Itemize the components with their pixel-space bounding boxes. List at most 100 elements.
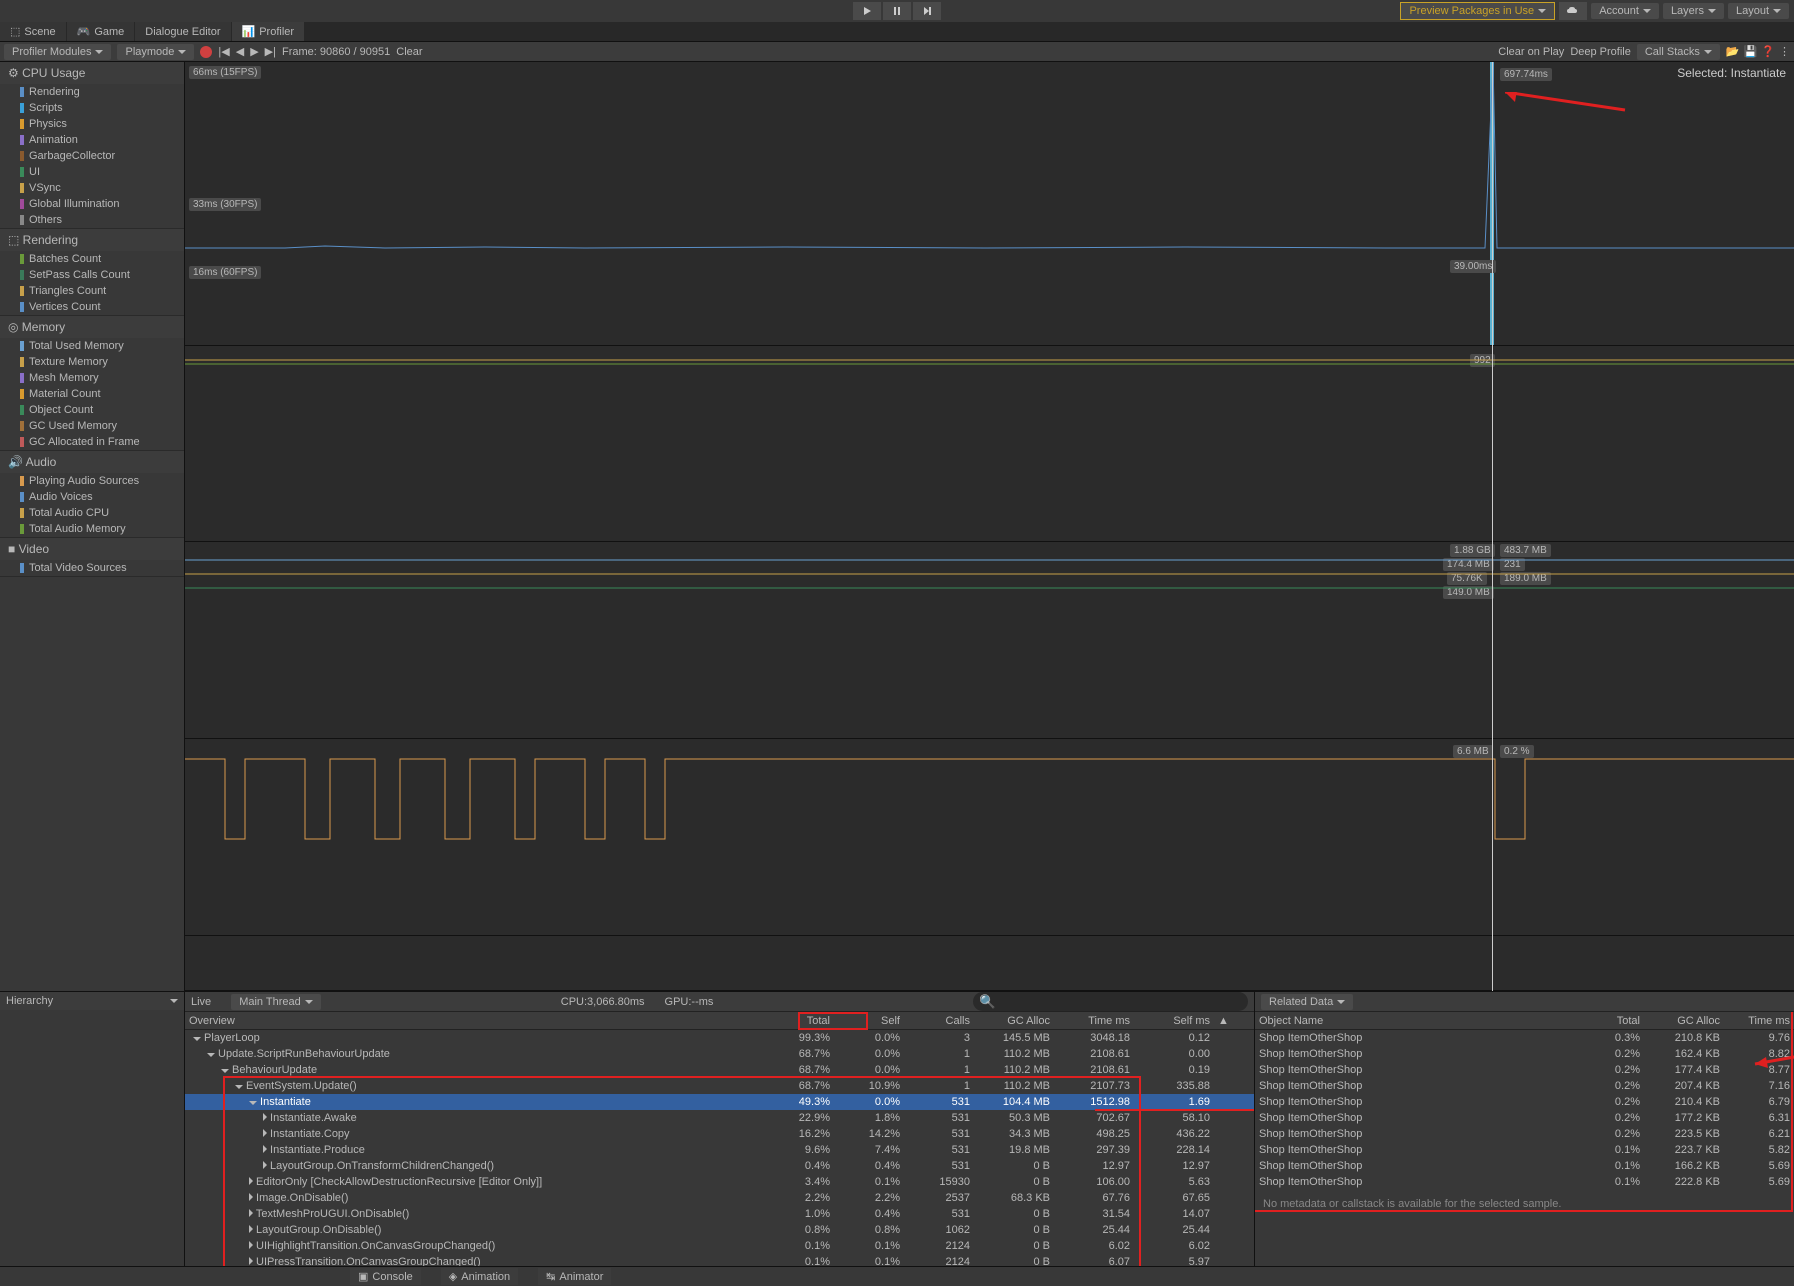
- module-item[interactable]: Texture Memory: [0, 354, 184, 370]
- preview-packages-button[interactable]: Preview Packages in Use: [1400, 2, 1555, 20]
- tab-scene[interactable]: ⬚ Scene: [0, 22, 66, 41]
- module-item[interactable]: Total Audio Memory: [0, 521, 184, 537]
- table-row[interactable]: Instantiate 49.3%0.0%531 104.4 MB1512.98…: [185, 1094, 1254, 1110]
- related-row[interactable]: Shop ItemOtherShop0.2%177.2 KB6.31: [1255, 1110, 1794, 1126]
- module-item[interactable]: Total Used Memory: [0, 338, 184, 354]
- module-item[interactable]: Audio Voices: [0, 489, 184, 505]
- module-item[interactable]: Material Count: [0, 386, 184, 402]
- help-icon[interactable]: ❓: [1761, 45, 1775, 58]
- frame-first-button[interactable]: |◀: [218, 45, 229, 58]
- menu-icon[interactable]: ⋮: [1779, 45, 1790, 58]
- profiler-charts[interactable]: 66ms (15FPS) 33ms (30FPS) 16ms (60FPS) 6…: [185, 62, 1794, 991]
- thread-dropdown[interactable]: Main Thread: [231, 994, 321, 1010]
- module-item[interactable]: Playing Audio Sources: [0, 473, 184, 489]
- col-calls[interactable]: Calls: [904, 1013, 974, 1029]
- tab-console[interactable]: ▣ Console: [350, 1268, 421, 1285]
- module-item[interactable]: UI: [0, 164, 184, 180]
- rel-col-total[interactable]: Total: [1574, 1013, 1644, 1029]
- col-selfms[interactable]: Self ms: [1134, 1013, 1214, 1029]
- table-row[interactable]: LayoutGroup.OnDisable() 0.8%0.8%1062 0 B…: [185, 1222, 1254, 1238]
- related-row[interactable]: Shop ItemOtherShop0.1%223.7 KB5.82: [1255, 1142, 1794, 1158]
- table-row[interactable]: EditorOnly [CheckAllowDestructionRecursi…: [185, 1174, 1254, 1190]
- cpu-chart[interactable]: 66ms (15FPS) 33ms (30FPS) 16ms (60FPS) 6…: [185, 62, 1794, 346]
- table-row[interactable]: BehaviourUpdate 68.7%0.0%1 110.2 MB2108.…: [185, 1062, 1254, 1078]
- table-row[interactable]: Update.ScriptRunBehaviourUpdate 68.7%0.0…: [185, 1046, 1254, 1062]
- table-row[interactable]: PlayerLoop 99.3%0.0%3 145.5 MB3048.180.1…: [185, 1030, 1254, 1046]
- table-row[interactable]: Instantiate.Awake 22.9%1.8%531 50.3 MB70…: [185, 1110, 1254, 1126]
- col-total[interactable]: Total: [764, 1013, 834, 1029]
- frame-next-button[interactable]: ▶: [250, 45, 258, 58]
- table-row[interactable]: Instantiate.Produce 9.6%7.4%531 19.8 MB2…: [185, 1142, 1254, 1158]
- module-memory[interactable]: ◎ Memory: [0, 316, 184, 338]
- rel-col-name[interactable]: Object Name: [1255, 1013, 1574, 1029]
- module-item[interactable]: Mesh Memory: [0, 370, 184, 386]
- step-button[interactable]: [913, 2, 941, 20]
- hierarchy-table[interactable]: Overview Total Self Calls GC Alloc Time …: [185, 1012, 1254, 1266]
- module-item[interactable]: Global Illumination: [0, 196, 184, 212]
- col-self[interactable]: Self: [834, 1013, 904, 1029]
- clear-on-play-button[interactable]: Clear on Play: [1498, 46, 1564, 58]
- module-item[interactable]: Animation: [0, 132, 184, 148]
- related-row[interactable]: Shop ItemOtherShop0.1%166.2 KB5.69: [1255, 1158, 1794, 1174]
- table-row[interactable]: LayoutGroup.OnTransformChildrenChanged()…: [185, 1158, 1254, 1174]
- module-item[interactable]: Vertices Count: [0, 299, 184, 315]
- pause-button[interactable]: [883, 2, 911, 20]
- module-item[interactable]: GC Used Memory: [0, 418, 184, 434]
- tab-dialogue-editor[interactable]: Dialogue Editor: [135, 22, 230, 41]
- deep-profile-button[interactable]: Deep Profile: [1570, 46, 1631, 58]
- module-item[interactable]: SetPass Calls Count: [0, 267, 184, 283]
- module-cpu[interactable]: ⚙ CPU Usage: [0, 62, 184, 84]
- save-icon[interactable]: 💾: [1744, 45, 1758, 58]
- module-item[interactable]: Scripts: [0, 100, 184, 116]
- module-item[interactable]: GarbageCollector: [0, 148, 184, 164]
- module-rendering[interactable]: ⬚ Rendering: [0, 229, 184, 251]
- module-item[interactable]: Others: [0, 212, 184, 228]
- table-row[interactable]: UIPressTransition.OnCanvasGroupChanged()…: [185, 1254, 1254, 1266]
- module-item[interactable]: Total Audio CPU: [0, 505, 184, 521]
- audio-chart[interactable]: 6.6 MB 0.2 %: [185, 739, 1794, 936]
- playmode-dropdown[interactable]: Playmode: [117, 44, 194, 60]
- rel-col-time[interactable]: Time ms: [1724, 1013, 1794, 1029]
- related-row[interactable]: Shop ItemOtherShop0.2%177.4 KB8.77: [1255, 1062, 1794, 1078]
- module-item[interactable]: VSync: [0, 180, 184, 196]
- live-button[interactable]: Live: [191, 996, 211, 1008]
- tab-profiler[interactable]: 📊 Profiler: [232, 22, 305, 41]
- rendering-chart[interactable]: 992: [185, 346, 1794, 543]
- rel-col-gc[interactable]: GC Alloc: [1644, 1013, 1724, 1029]
- video-chart[interactable]: [185, 936, 1794, 991]
- module-item[interactable]: Total Video Sources: [0, 560, 184, 576]
- layout-dropdown[interactable]: Layout: [1728, 3, 1789, 19]
- clear-button[interactable]: Clear: [396, 46, 422, 58]
- load-icon[interactable]: 📂: [1726, 45, 1740, 58]
- module-video[interactable]: ■ Video: [0, 538, 184, 560]
- search-input[interactable]: [973, 992, 1248, 1011]
- frame-last-button[interactable]: ▶|: [265, 45, 276, 58]
- related-data-dropdown[interactable]: Related Data: [1261, 994, 1353, 1010]
- call-stacks-dropdown[interactable]: Call Stacks: [1637, 44, 1720, 60]
- frame-prev-button[interactable]: ◀: [236, 45, 244, 58]
- record-icon[interactable]: [200, 46, 212, 58]
- table-row[interactable]: UIHighlightTransition.OnCanvasGroupChang…: [185, 1238, 1254, 1254]
- table-row[interactable]: Image.OnDisable() 2.2%2.2%2537 68.3 KB67…: [185, 1190, 1254, 1206]
- table-row[interactable]: Instantiate.Copy 16.2%14.2%531 34.3 MB49…: [185, 1126, 1254, 1142]
- module-item[interactable]: Object Count: [0, 402, 184, 418]
- memory-chart[interactable]: 1.88 GB 483.7 MB 174.4 MB 231 75.76K 189…: [185, 542, 1794, 739]
- module-audio[interactable]: 🔊 Audio: [0, 451, 184, 473]
- related-row[interactable]: Shop ItemOtherShop0.3%210.8 KB9.76: [1255, 1030, 1794, 1046]
- related-row[interactable]: Shop ItemOtherShop0.2%162.4 KB8.82: [1255, 1046, 1794, 1062]
- table-row[interactable]: TextMeshProUGUI.OnDisable() 1.0%0.4%531 …: [185, 1206, 1254, 1222]
- table-row[interactable]: EventSystem.Update() 68.7%10.9%1 110.2 M…: [185, 1078, 1254, 1094]
- col-gcalloc[interactable]: GC Alloc: [974, 1013, 1054, 1029]
- hierarchy-dropdown[interactable]: Hierarchy: [0, 992, 184, 1010]
- col-timems[interactable]: Time ms: [1054, 1013, 1134, 1029]
- tab-animation[interactable]: ◈ Animation: [441, 1268, 518, 1285]
- profiler-modules-dropdown[interactable]: Profiler Modules: [4, 44, 111, 60]
- related-row[interactable]: Shop ItemOtherShop0.1%222.8 KB5.69: [1255, 1174, 1794, 1190]
- account-dropdown[interactable]: Account: [1591, 3, 1659, 19]
- module-item[interactable]: Physics: [0, 116, 184, 132]
- related-row[interactable]: Shop ItemOtherShop0.2%207.4 KB7.16: [1255, 1078, 1794, 1094]
- col-overview[interactable]: Overview: [185, 1013, 764, 1029]
- related-row[interactable]: Shop ItemOtherShop0.2%223.5 KB6.21: [1255, 1126, 1794, 1142]
- tab-animator[interactable]: ↹ Animator: [538, 1268, 611, 1285]
- layers-dropdown[interactable]: Layers: [1663, 3, 1724, 19]
